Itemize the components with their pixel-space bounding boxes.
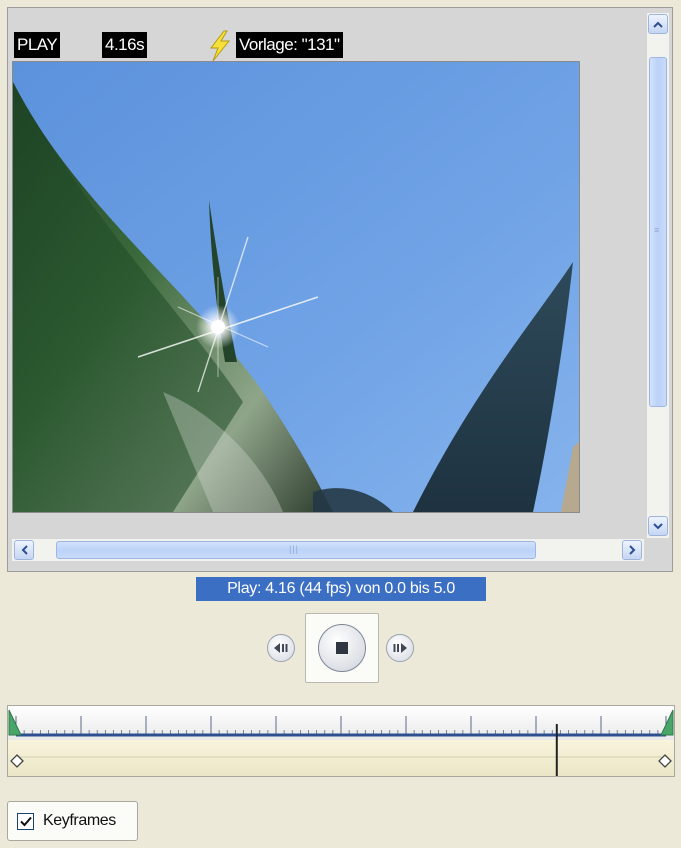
scroll-up-button[interactable] [648,14,668,34]
stop-button[interactable] [318,624,366,672]
chevron-right-icon [628,545,635,555]
horizontal-scroll-thumb[interactable]: ||| [56,541,536,559]
range-start-marker [8,709,22,736]
video-preview-image [13,62,579,512]
chevron-left-icon [21,545,28,555]
keyframes-checkbox[interactable] [17,812,34,830]
step-forward-button[interactable] [386,634,414,662]
lightning-bolt-icon [209,30,231,62]
vertical-scroll-thumb[interactable]: ≡ [649,57,667,407]
grip-icon: ||| [289,544,300,554]
timeline[interactable] [7,705,675,777]
checkmark-icon [19,816,32,826]
playback-mode-label: PLAY [14,32,61,58]
preview-viewport: PLAY 4.16s Vorlage: "131" ≡ ||| [7,7,673,572]
chevron-down-icon [653,522,663,529]
horizontal-scrollbar[interactable]: ||| [12,539,644,561]
scroll-down-button[interactable] [648,516,668,536]
stop-button-frame[interactable] [305,613,379,683]
step-back-icon [274,643,288,653]
stop-icon [336,642,348,654]
keyframes-label: Keyframes [43,812,116,829]
grip-icon: ≡ [654,225,661,235]
step-back-button[interactable] [267,634,295,662]
chevron-up-icon [653,21,663,28]
scroll-left-button[interactable] [14,540,34,560]
template-label: Vorlage: "131" [236,32,343,58]
scroll-right-button[interactable] [622,540,642,560]
keyframe-end-diamond [658,754,672,768]
playback-status: Play: 4.16 (44 fps) von 0.0 bis 5.0 [196,577,486,601]
keyframe-start-diamond [10,754,24,768]
timeline-overlay [8,709,674,776]
keyframes-toggle[interactable]: Keyframes [7,801,138,841]
vertical-scrollbar[interactable]: ≡ [647,13,669,538]
step-forward-icon [393,643,407,653]
current-time-label: 4.16s [102,32,148,58]
video-frame [12,61,580,513]
range-end-marker [660,709,674,736]
